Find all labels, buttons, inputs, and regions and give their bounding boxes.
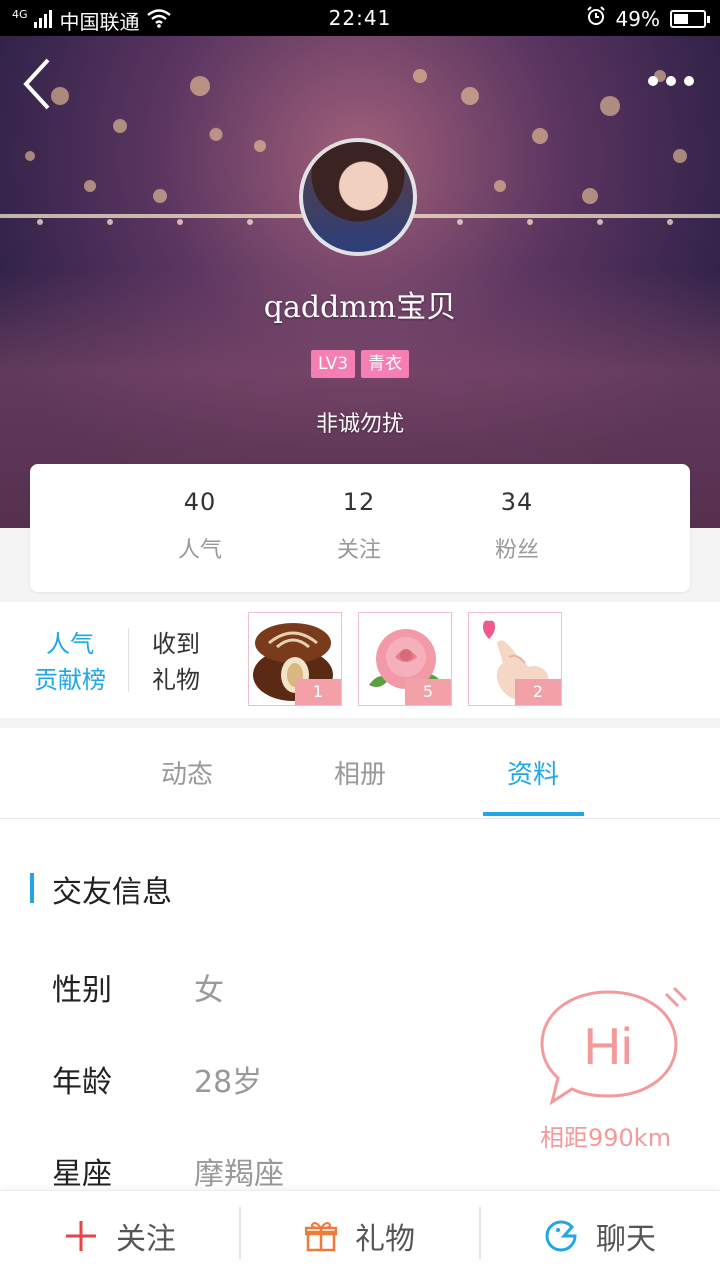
stat-value: 12: [342, 488, 376, 516]
gift-button[interactable]: 礼物: [240, 1191, 480, 1281]
stat-label: 粉丝: [494, 538, 539, 563]
chat-icon: [545, 1220, 577, 1252]
info-label-age: 年龄: [52, 1065, 112, 1100]
tab-moments[interactable]: 动态: [127, 754, 247, 791]
rank-label-line2: 贡献榜: [34, 666, 106, 694]
stat-value: 40: [183, 488, 217, 516]
more-button[interactable]: [648, 76, 694, 86]
received-gifts-label[interactable]: 收到 礼物: [152, 626, 200, 698]
status-bar: 4G 中国联通 22:41 49%: [0, 0, 720, 36]
section-title: 交友信息: [52, 875, 172, 910]
plus-icon: [66, 1221, 96, 1251]
info-label-gender: 性别: [52, 973, 112, 1008]
gift-count: 1: [295, 679, 341, 705]
bottom-action-bar: 关注 礼物 聊天: [0, 1190, 720, 1281]
gift-item-finger-heart[interactable]: 2: [468, 612, 562, 706]
gifts-label-line1: 收到: [152, 630, 200, 658]
stats-card: 40 人气 12 关注 34 粉丝: [30, 464, 690, 592]
battery-fill: [674, 13, 688, 24]
gift-count: 5: [405, 679, 451, 705]
stat-value: 34: [500, 488, 534, 516]
section-accent-bar: [30, 873, 34, 903]
info-value-zodiac: 摩羯座: [194, 1157, 284, 1192]
battery-icon: [670, 9, 710, 28]
stat-following[interactable]: 12 关注: [299, 488, 419, 564]
stat-fans[interactable]: 34 粉丝: [457, 488, 577, 564]
gift-item-chocolate[interactable]: 1: [248, 612, 342, 706]
info-label-zodiac: 星座: [52, 1157, 112, 1192]
avatar[interactable]: [299, 138, 417, 256]
profile-tabs: 动态 相册 资料: [0, 728, 720, 819]
gift-icon: [305, 1222, 337, 1252]
signature: 非诚勿扰: [315, 412, 404, 437]
gift-row: 人气 贡献榜 收到 礼物 1 5 2: [0, 602, 720, 718]
say-hi-button[interactable]: Hi: [538, 986, 688, 1106]
back-button[interactable]: [18, 56, 58, 112]
contribution-rank-link[interactable]: 人气 贡献榜: [28, 626, 112, 698]
title-badge: 青衣: [361, 350, 410, 378]
battery-percent: 49%: [615, 6, 660, 31]
chat-button[interactable]: 聊天: [480, 1191, 720, 1281]
gift-item-rose[interactable]: 5: [358, 612, 452, 706]
badge-row: LV3 青衣: [0, 350, 720, 378]
divider: [128, 628, 129, 692]
info-value-gender: 女: [194, 973, 224, 1008]
stat-label: 关注: [336, 538, 381, 563]
chat-label: 聊天: [596, 1222, 656, 1257]
tab-album[interactable]: 相册: [300, 754, 420, 791]
more-dot-icon: [666, 76, 676, 86]
alarm-icon: [586, 6, 606, 31]
hi-bubble-icon: Hi: [540, 986, 688, 1106]
stat-popularity[interactable]: 40 人气: [140, 488, 260, 564]
username: qaddmm宝贝: [263, 290, 457, 325]
stat-label: 人气: [177, 538, 222, 563]
gift-label: 礼物: [355, 1222, 415, 1257]
chevron-left-icon: [23, 58, 50, 110]
hi-text: Hi: [583, 1018, 632, 1076]
active-tab-indicator: [483, 812, 584, 816]
gift-count: 2: [515, 679, 561, 705]
tab-profile-info[interactable]: 资料: [473, 754, 593, 791]
more-dot-icon: [648, 76, 658, 86]
gifts-label-line2: 礼物: [152, 666, 200, 694]
info-value-age: 28岁: [194, 1065, 263, 1100]
follow-button[interactable]: 关注: [0, 1191, 240, 1281]
follow-label: 关注: [116, 1222, 176, 1257]
rank-label-line1: 人气: [46, 630, 94, 658]
level-badge: LV3: [310, 350, 356, 378]
more-dot-icon: [684, 76, 694, 86]
distance-label: 相距990km: [540, 1124, 672, 1152]
